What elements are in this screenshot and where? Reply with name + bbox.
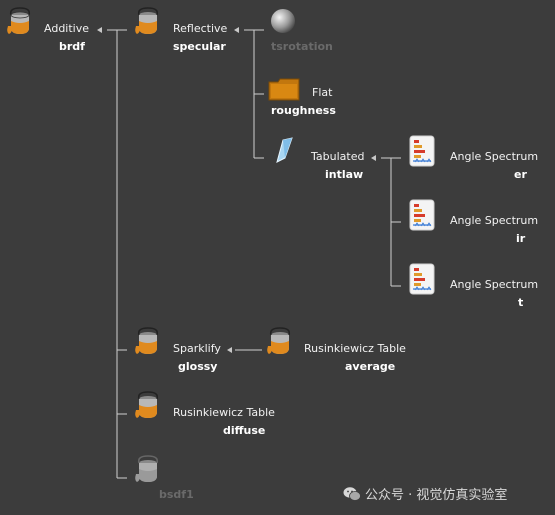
node-name-label: roughness <box>271 104 336 117</box>
spectrum-chart-icon <box>409 263 435 295</box>
wechat-icon <box>343 486 361 501</box>
node-name-label: brdf <box>59 40 85 53</box>
collapse-toggle-intlaw[interactable] <box>371 155 376 161</box>
node-type-label: Angle Spectrum <box>450 214 539 227</box>
node-type-label: Additive <box>44 22 89 35</box>
node-name-label: intlaw <box>325 168 364 181</box>
node-glossy[interactable]: Sparklify glossy <box>133 326 233 374</box>
node-name-label: diffuse <box>223 424 266 437</box>
node-name-label: specular <box>173 40 226 53</box>
spectrum-chart-icon <box>409 135 435 167</box>
node-er[interactable]: Angle Spectrum er <box>407 134 538 182</box>
paint-bucket-icon <box>7 7 31 34</box>
watermark: 公众号 · 视觉仿真实验室 <box>343 484 507 503</box>
node-type-label: Flat <box>312 86 333 99</box>
node-t[interactable]: Angle Spectrum t <box>407 262 538 310</box>
node-type-label: Reflective <box>173 22 228 35</box>
paint-bucket-icon <box>135 327 159 354</box>
node-type-label: Sparklify <box>173 342 221 355</box>
node-ir[interactable]: Angle Spectrum ir <box>407 198 538 246</box>
node-name-label: glossy <box>178 360 218 373</box>
node-brdf[interactable]: Additive brdf <box>5 6 105 54</box>
watermark-text: 公众号 · 视觉仿真实验室 <box>365 488 508 503</box>
node-tsrotation[interactable]: tsrotation <box>268 6 368 54</box>
node-type-label: Rusinkiewicz Table <box>304 342 406 355</box>
node-name-label: average <box>345 360 396 373</box>
node-intlaw[interactable]: Tabulated intlaw <box>268 134 368 182</box>
gray-sphere-icon <box>271 9 295 33</box>
node-diffuse[interactable]: Rusinkiewicz Table diffuse <box>133 390 275 438</box>
node-bsdf1[interactable]: bsdf1 <box>133 454 233 502</box>
node-name-label: tsrotation <box>271 40 333 53</box>
blue-plane-icon <box>276 137 293 163</box>
paint-bucket-icon <box>135 7 159 34</box>
node-type-label: Rusinkiewicz Table <box>173 406 275 419</box>
node-name-label: bsdf1 <box>159 488 194 501</box>
node-type-label: Angle Spectrum <box>450 150 539 163</box>
node-specular[interactable]: Reflective specular <box>133 6 233 54</box>
node-graph-canvas[interactable]: Additive brdf Reflective specular tsrota… <box>0 0 555 515</box>
node-type-label: Angle Spectrum <box>450 278 539 291</box>
node-name-label: t <box>518 296 524 309</box>
node-name-label: er <box>514 168 527 181</box>
paint-bucket-icon <box>135 391 159 418</box>
collapse-toggle-specular[interactable] <box>234 27 239 33</box>
orange-swatch-icon <box>268 78 300 101</box>
node-average[interactable]: Rusinkiewicz Table average <box>265 326 406 374</box>
node-roughness[interactable]: Flat roughness <box>268 78 368 126</box>
spectrum-chart-icon <box>409 199 435 231</box>
gray-bucket-icon <box>135 455 159 482</box>
node-name-label: ir <box>516 232 526 245</box>
paint-bucket-icon <box>267 327 291 354</box>
node-type-label: Tabulated <box>311 150 365 163</box>
